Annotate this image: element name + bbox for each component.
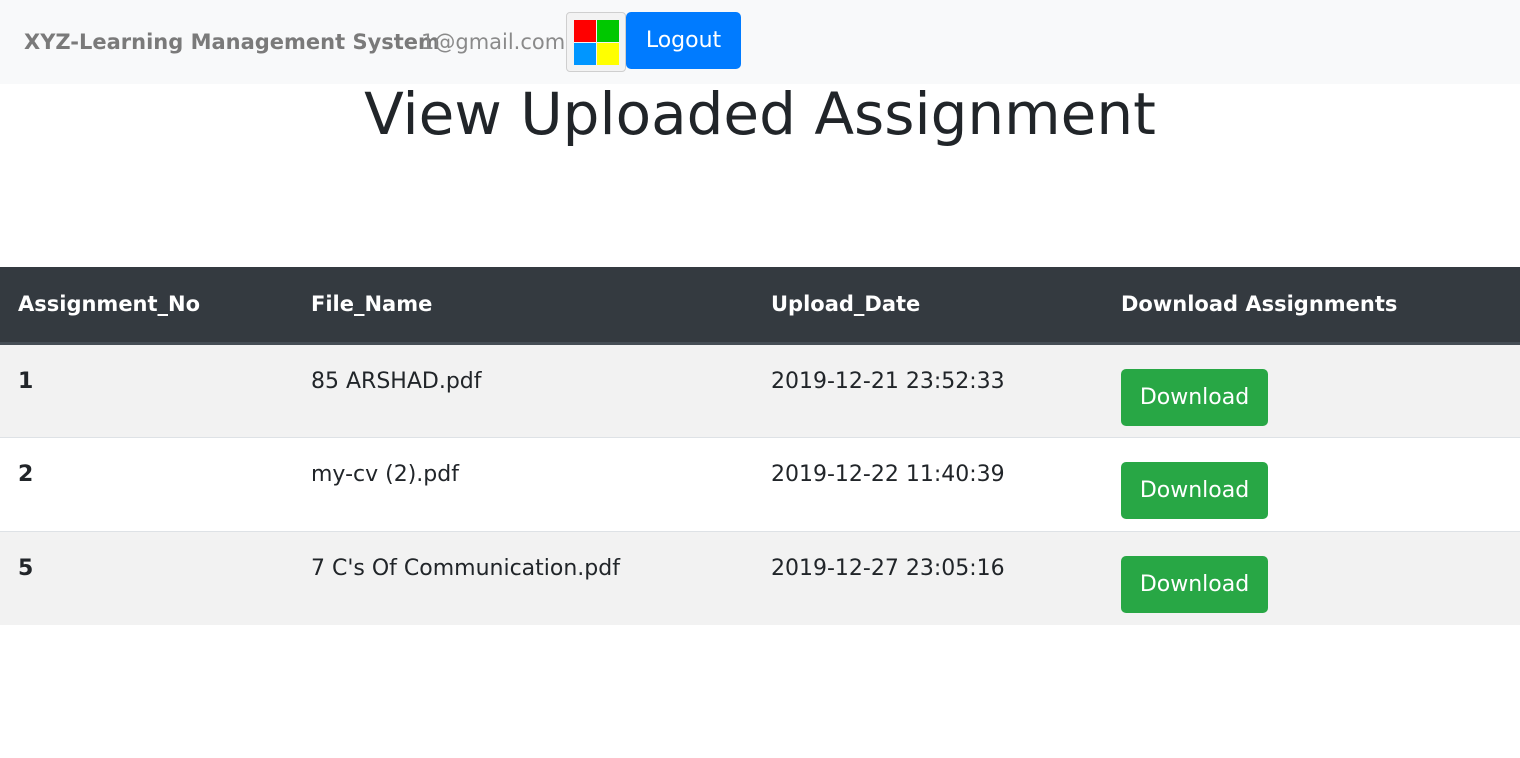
navbar: XYZ-Learning Management System 1@gmail.c… <box>0 0 1520 84</box>
download-button[interactable]: Download <box>1121 555 1268 613</box>
brand-title[interactable]: XYZ-Learning Management System <box>24 30 440 54</box>
download-button[interactable]: Download <box>1121 368 1268 426</box>
file-name-cell: 85 ARSHAD.pdf <box>293 342 753 437</box>
upload-date-cell: 2019-12-27 23:05:16 <box>753 530 1103 625</box>
download-cell: Download <box>1103 530 1520 625</box>
assignment-no-cell: 2 <box>0 436 293 531</box>
assignments-table: Assignment_No File_Name Upload_Date Down… <box>0 267 1520 625</box>
upload-date-cell: 2019-12-21 23:52:33 <box>753 342 1103 437</box>
logout-button[interactable]: Logout <box>626 12 741 69</box>
download-cell: Download <box>1103 342 1520 437</box>
assignment-no-cell: 5 <box>0 530 293 625</box>
file-name-cell: 7 C's Of Communication.pdf <box>293 530 753 625</box>
page-title: View Uploaded Assignment <box>364 80 1156 148</box>
header-download-assignments: Download Assignments <box>1103 267 1520 345</box>
user-email: 1@gmail.com <box>421 30 566 54</box>
assignment-no-cell: 1 <box>0 342 293 437</box>
header-file-name: File_Name <box>293 267 753 345</box>
logo-button[interactable] <box>566 12 626 72</box>
table-row: 5 7 C's Of Communication.pdf 2019-12-27 … <box>0 530 1520 625</box>
table-row: 1 85 ARSHAD.pdf 2019-12-21 23:52:33 Down… <box>0 342 1520 437</box>
upload-date-cell: 2019-12-22 11:40:39 <box>753 436 1103 531</box>
download-button[interactable]: Download <box>1121 461 1268 519</box>
table-header-row: Assignment_No File_Name Upload_Date Down… <box>0 267 1520 345</box>
download-cell: Download <box>1103 436 1520 531</box>
table-row: 2 my-cv (2).pdf 2019-12-22 11:40:39 Down… <box>0 436 1520 531</box>
file-name-cell: my-cv (2).pdf <box>293 436 753 531</box>
header-upload-date: Upload_Date <box>753 267 1103 345</box>
header-assignment-no: Assignment_No <box>0 267 293 345</box>
windows-logo-icon <box>574 20 619 65</box>
